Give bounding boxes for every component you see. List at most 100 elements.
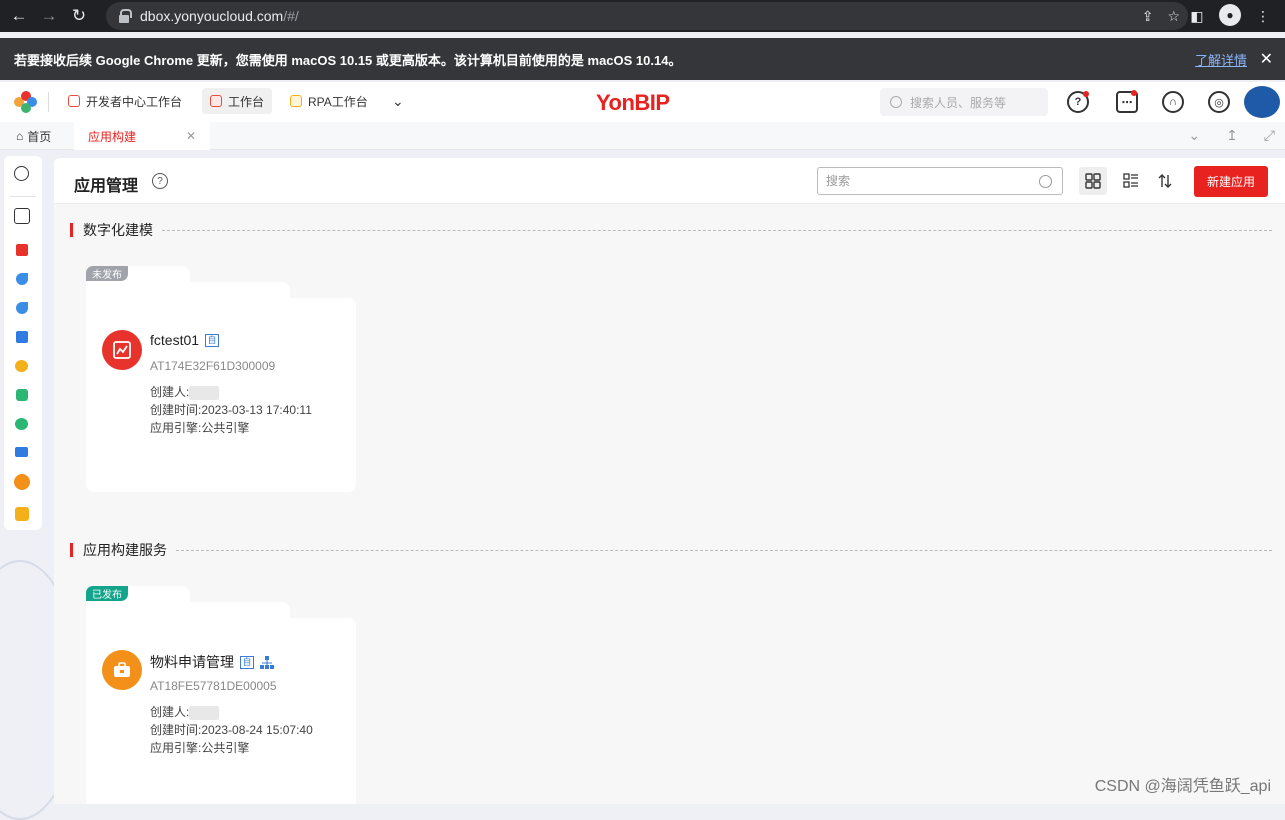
car-icon[interactable]: [14, 474, 30, 490]
app-engine: 应用引擎:公共引擎: [150, 739, 249, 756]
app-launcher-icon[interactable]: [14, 91, 38, 113]
app-icon: [102, 330, 142, 370]
redacted-name: [189, 706, 219, 720]
section-marker: [70, 223, 73, 237]
chevron-down-icon[interactable]: ⌄: [1188, 127, 1200, 144]
creator-label: 创建人:: [150, 705, 189, 719]
bookmark-star-icon[interactable]: ☆: [1167, 8, 1180, 25]
back-icon[interactable]: ←: [8, 5, 30, 27]
fullscreen-icon[interactable]: ⤢: [1264, 127, 1275, 144]
search-input[interactable]: [818, 174, 1028, 188]
address-bar[interactable]: dbox.yonyoucloud.com/#/ ⇪ ☆: [106, 2, 1188, 30]
section-title-text: 应用构建服务: [83, 540, 167, 560]
created-time: 创建时间:2023-03-13 17:40:11: [150, 401, 312, 418]
upload-icon[interactable]: ↥: [1226, 127, 1238, 144]
creator: 创建人:: [150, 703, 219, 720]
brand-logo: YonBIP: [596, 90, 670, 116]
update-message: 若要接收后续 Google Chrome 更新，您需使用 macOS 10.15…: [14, 50, 681, 69]
browser-toolbar: ← → ↻ dbox.yonyoucloud.com/#/ ⇪ ☆ ◧ ● ⋮: [0, 0, 1285, 32]
divider: [10, 196, 36, 197]
section-divider: [162, 230, 1272, 231]
sort-icon: [1157, 173, 1173, 189]
global-search-input[interactable]: 搜索人员、服务等: [880, 88, 1048, 116]
page-tabbar: ⌂ 首页 应用构建 ✕ ⌄ ↥ ⤢: [0, 122, 1285, 150]
briefcase-icon: [112, 660, 132, 680]
app-name[interactable]: 物料申请管理 自: [150, 652, 274, 672]
workbench-tab-dev[interactable]: 开发者中心工作台: [60, 88, 190, 114]
creator: 创建人:: [150, 383, 219, 400]
divider: [48, 92, 49, 112]
page-title: 应用管理: [74, 172, 138, 196]
app-code: AT174E32F61D300009: [150, 359, 275, 373]
left-rail: [4, 156, 42, 530]
app-code: AT18FE57781DE00005: [150, 679, 277, 693]
workbench-tab-rpa[interactable]: RPA工作台: [282, 88, 376, 114]
cluster-icon[interactable]: [15, 360, 28, 372]
grid-view-icon: [1085, 173, 1101, 189]
learn-more-link[interactable]: 了解详情: [1195, 50, 1247, 69]
list-view-button[interactable]: [1117, 167, 1145, 195]
pinwheel-icon[interactable]: [16, 273, 28, 285]
update-infobar: 若要接收后续 Google Chrome 更新，您需使用 macOS 10.15…: [0, 38, 1285, 80]
app-name[interactable]: fctest01 自: [150, 332, 219, 348]
compass-icon[interactable]: ◎: [1208, 91, 1230, 113]
app-name-text: 物料申请管理: [150, 652, 234, 672]
card-view-button[interactable]: [1079, 167, 1107, 195]
lock-icon: [118, 9, 130, 23]
avatar[interactable]: [1244, 86, 1280, 118]
side-panel-icon[interactable]: ◧: [1185, 4, 1209, 28]
app-name-text: fctest01: [150, 332, 199, 348]
chart-app-icon: [112, 340, 132, 360]
grid-app-icon[interactable]: [16, 244, 28, 256]
self-built-tag: 自: [205, 334, 219, 347]
search-placeholder: 搜索人员、服务等: [910, 94, 1006, 111]
section-title: 数字化建模: [70, 222, 153, 238]
folder-icon[interactable]: [14, 208, 30, 224]
rpa-icon: [290, 95, 302, 107]
doc-app-icon[interactable]: [16, 331, 28, 343]
pinwheel-icon[interactable]: [16, 302, 28, 314]
section-title: 应用构建服务: [70, 542, 167, 558]
card-body: [86, 298, 356, 492]
creator-label: 创建人:: [150, 385, 189, 399]
url-text: dbox.yonyoucloud.com/#/: [140, 8, 299, 24]
tab-label: 应用构建: [88, 128, 136, 145]
section-marker: [70, 543, 73, 557]
search-icon[interactable]: [14, 166, 29, 181]
app-card[interactable]: 未发布 fctest01 自 AT174E32F61D300009 创建人: 创…: [86, 266, 356, 492]
search-icon: [890, 96, 902, 108]
section-divider: [176, 550, 1272, 551]
close-icon[interactable]: ✕: [186, 129, 196, 143]
redacted-name: [189, 386, 219, 400]
share-icon[interactable]: ⇪: [1142, 8, 1154, 25]
page-header: 应用管理 ? 新建应用: [54, 158, 1285, 204]
reload-icon[interactable]: ↻: [68, 5, 90, 27]
monitor-icon[interactable]: [15, 447, 28, 457]
status-badge: 未发布: [86, 266, 128, 281]
sort-button[interactable]: [1151, 167, 1179, 195]
create-app-button[interactable]: 新建应用: [1194, 166, 1268, 197]
chevron-down-icon[interactable]: ⌄: [384, 88, 412, 114]
headset-icon[interactable]: ∩: [1162, 91, 1184, 113]
app-card[interactable]: 已发布 物料申请管理 自 AT18FE57781DE00005 创建人: 创建时…: [86, 586, 356, 804]
app-engine: 应用引擎:公共引擎: [150, 419, 249, 436]
star-badge-icon[interactable]: [15, 507, 29, 521]
help-icon[interactable]: ?: [152, 173, 168, 189]
app-search-box[interactable]: [817, 167, 1063, 195]
forward-icon[interactable]: →: [38, 5, 60, 27]
menu-kebab-icon[interactable]: ⋮: [1251, 4, 1275, 28]
tab-app-build[interactable]: 应用构建 ✕: [74, 122, 210, 150]
org-tree-icon: [260, 656, 274, 669]
notification-dot: [1131, 90, 1137, 96]
search-icon[interactable]: [1039, 175, 1052, 188]
close-icon[interactable]: ✕: [1260, 49, 1273, 69]
cluster-icon[interactable]: [15, 418, 28, 430]
workbench-tab-label: 开发者中心工作台: [86, 93, 182, 110]
tab-label: 首页: [27, 128, 51, 145]
profile-icon[interactable]: ●: [1219, 4, 1241, 26]
workbench-tab-main[interactable]: 工作台: [202, 88, 272, 114]
workbench-icon: [210, 95, 222, 107]
app-icon: [102, 650, 142, 690]
tab-home[interactable]: ⌂ 首页: [2, 122, 65, 150]
puzzle-icon[interactable]: [16, 389, 28, 401]
